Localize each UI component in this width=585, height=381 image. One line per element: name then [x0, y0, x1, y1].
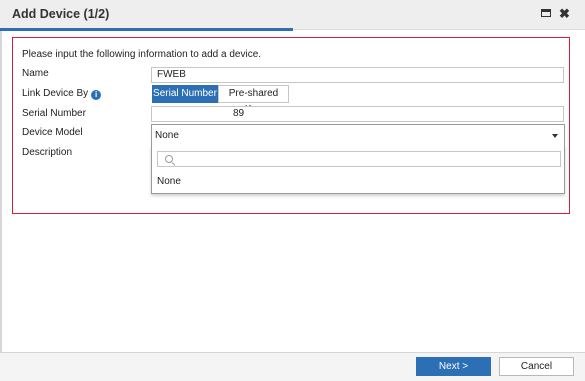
device-model-option-none[interactable]: None	[157, 176, 181, 187]
chevron-down-icon[interactable]	[552, 134, 558, 138]
serial-number-value: 89	[233, 108, 245, 119]
dialog-titlebar: Add Device (1/2) ✖	[0, 0, 585, 30]
search-icon	[165, 155, 173, 163]
close-icon[interactable]: ✖	[559, 6, 570, 22]
info-icon[interactable]: i	[91, 90, 102, 100]
link-device-by-label: Link Device By i	[22, 88, 102, 100]
dialog-title: Add Device (1/2)	[12, 7, 110, 21]
name-value: FWEB	[157, 69, 186, 80]
device-model-label: Device Model	[22, 127, 83, 138]
wizard-progress-bar	[0, 28, 293, 31]
serial-number-field[interactable]: 89	[151, 106, 564, 122]
serial-number-toggle[interactable]: Serial Number	[152, 85, 218, 103]
dialog-footer	[0, 353, 585, 381]
device-model-search-input[interactable]	[157, 151, 561, 167]
device-model-dropdown: None	[151, 145, 565, 194]
device-model-selected: None	[155, 130, 179, 141]
link-device-by-text: Link Device By	[22, 88, 89, 99]
description-label: Description	[22, 147, 73, 158]
left-border	[0, 31, 2, 353]
name-field[interactable]: FWEB	[151, 67, 564, 83]
cancel-button[interactable]: Cancel	[499, 357, 574, 376]
name-label: Name	[22, 68, 49, 79]
device-model-select[interactable]: None	[151, 124, 565, 146]
pre-shared-key-toggle[interactable]: Pre-shared Key	[218, 85, 289, 115]
maximize-icon[interactable]	[541, 9, 551, 17]
form-intro-text: Please input the following information t…	[22, 49, 262, 60]
next-button[interactable]: Next >	[416, 357, 491, 376]
serial-number-label: Serial Number	[22, 108, 86, 119]
